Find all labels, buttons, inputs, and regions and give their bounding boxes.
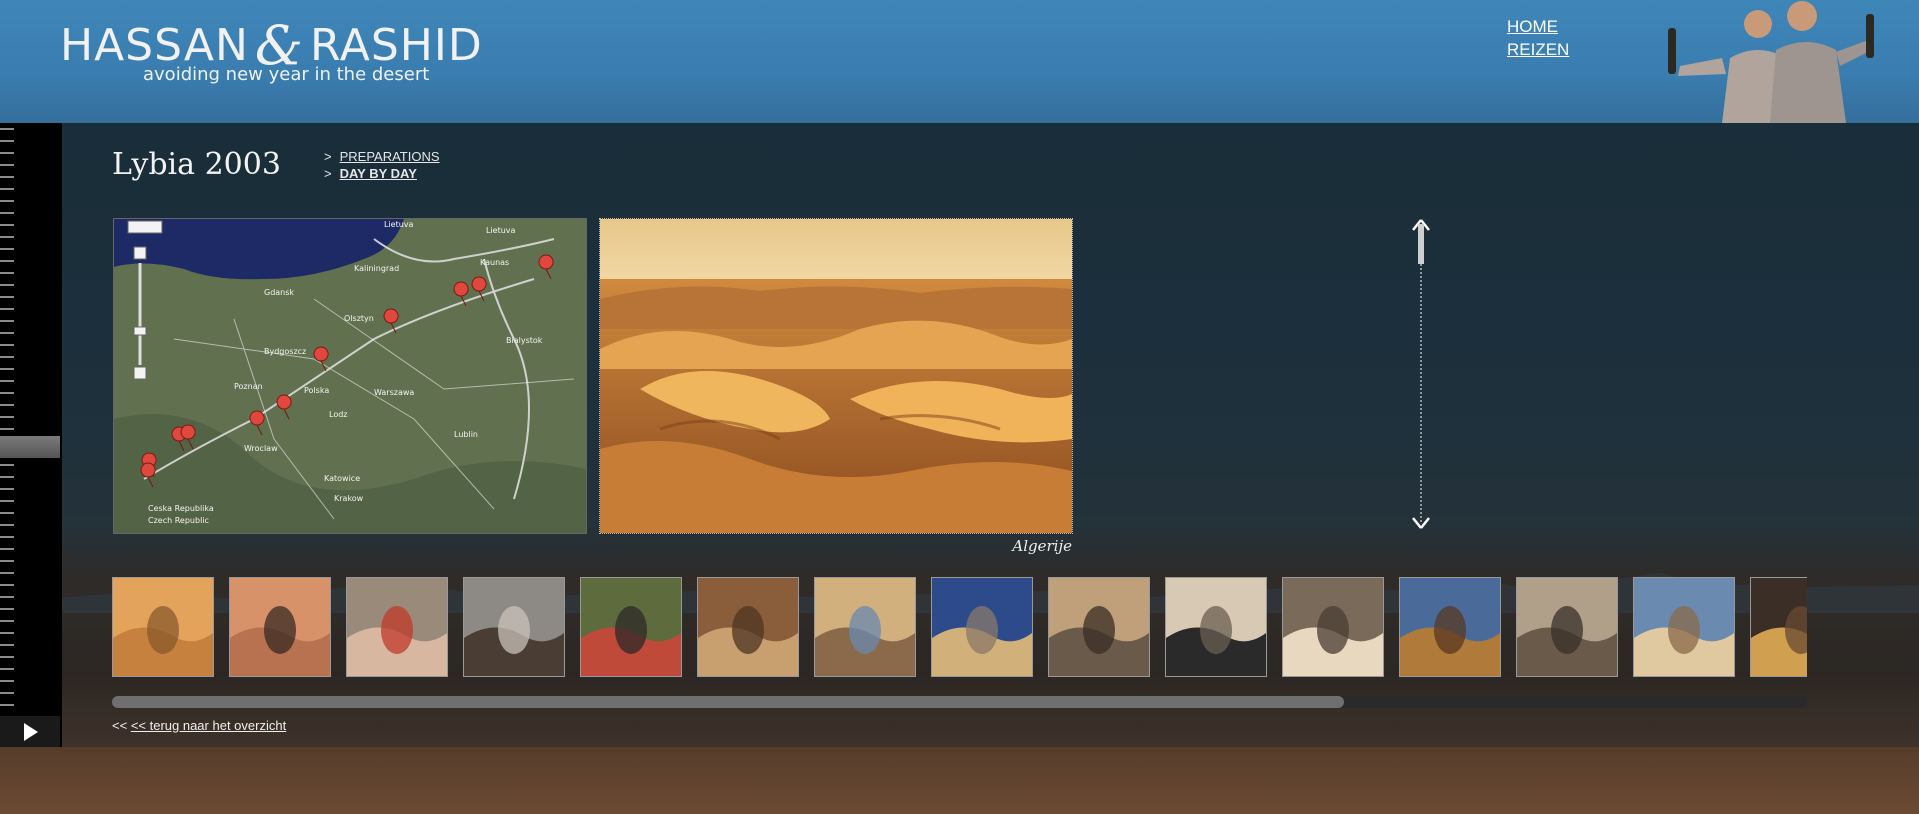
site-header: HASSAN & RASHID avoiding new year in the d… — [0, 0, 1919, 123]
thumb-dune-climber[interactable] — [229, 577, 331, 677]
map-label: Krakow — [334, 494, 364, 503]
thumb-man-street[interactable] — [463, 577, 565, 677]
thumb-desert-wall[interactable] — [1399, 577, 1501, 677]
photo-caption: Algerije — [1012, 537, 1072, 555]
thumb-camel-walk[interactable] — [1516, 577, 1618, 677]
site-tagline: avoiding new year in the desert — [143, 64, 430, 85]
top-navigation: HOME REIZEN — [1507, 15, 1569, 61]
play-button[interactable] — [0, 716, 60, 747]
thumb-market-crowd[interactable] — [580, 577, 682, 677]
nav-home-link[interactable]: HOME — [1507, 15, 1569, 38]
thumb-yellow-turban[interactable] — [1750, 577, 1807, 677]
map-label: Olsztyn — [344, 314, 374, 323]
map-label: Bydgoszcz — [264, 347, 306, 356]
thumb-town-street[interactable] — [814, 577, 916, 677]
map-label: Ceska Republika — [148, 504, 214, 513]
rail-position-marker[interactable] — [0, 436, 60, 458]
map-label: Gdansk — [264, 288, 294, 297]
map-label: Bialystok — [506, 336, 543, 345]
thumbnail-scrollbar-handle[interactable] — [112, 696, 1344, 708]
map-label: Lietuva — [486, 226, 516, 235]
page-title: Lybia 2003 — [112, 147, 281, 182]
map-label: Poznan — [234, 382, 263, 391]
scroll-handle — [1418, 224, 1424, 264]
back-navigation: << << terug naar het overzicht — [112, 718, 286, 733]
map-label: Lietuva — [384, 220, 414, 229]
sub-navigation: > PREPARATIONS > DAY BY DAY — [324, 148, 440, 182]
map-label: Katowice — [324, 474, 360, 483]
ruler-ticks — [0, 128, 14, 706]
map-label: Czech Republic — [148, 516, 209, 525]
thumb-veiled-man-room[interactable] — [1048, 577, 1150, 677]
map-label: Wroclaw — [244, 444, 278, 453]
route-map[interactable]: Lietuva Lietuva Kaunas Kaliningrad Gdans… — [113, 218, 587, 534]
thumb-robed-man-shop[interactable] — [697, 577, 799, 677]
thumb-landcruiser[interactable] — [1633, 577, 1735, 677]
thumb-woman-hands[interactable] — [346, 577, 448, 677]
thumb-tuareg-portrait[interactable] — [1165, 577, 1267, 677]
subnav-day-by-day-link[interactable]: DAY BY DAY — [340, 166, 417, 181]
subnav-arrow: > — [324, 166, 332, 181]
thumbnail-strip — [112, 577, 1807, 681]
travelers-photo — [1668, 1, 1874, 123]
map-label: Polska — [304, 386, 329, 395]
back-prefix: << — [112, 718, 128, 733]
subnav-arrow: > — [324, 149, 332, 164]
thumb-smiling-man[interactable] — [1282, 577, 1384, 677]
thumbnail-scrollbar[interactable] — [112, 696, 1807, 708]
map-label: Lodz — [329, 410, 348, 419]
side-rail — [0, 123, 62, 747]
map-label: Kaunas — [480, 258, 509, 267]
nav-reizen-link[interactable]: REIZEN — [1507, 38, 1569, 61]
subnav-preparations-link[interactable]: PREPARATIONS — [340, 149, 440, 164]
back-to-overview-link[interactable]: << terug naar het overzicht — [131, 718, 286, 733]
map-label: Lublin — [454, 430, 478, 439]
map-label: Kaliningrad — [354, 264, 399, 273]
map-label: Warszawa — [374, 388, 414, 397]
main-photo[interactable] — [599, 218, 1073, 534]
scroll-down-icon — [1412, 517, 1430, 529]
thumb-dune-sand[interactable] — [112, 577, 214, 677]
thumb-town-square[interactable] — [931, 577, 1033, 677]
play-icon — [24, 723, 38, 741]
vertical-scroll-control[interactable] — [1410, 218, 1432, 530]
